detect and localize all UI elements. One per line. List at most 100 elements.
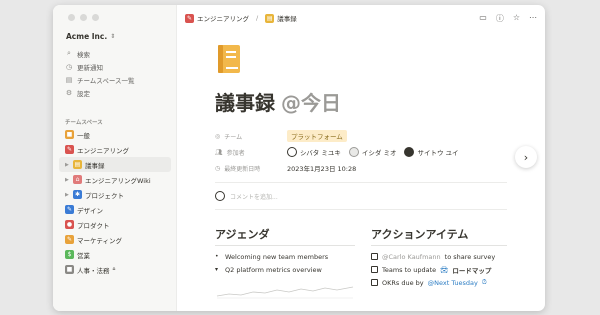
star-icon[interactable]: ☆ [513,13,520,24]
actions-heading[interactable]: アクションアイテム [371,226,507,246]
comment-input[interactable]: コメントを追加... [215,189,507,203]
sidebar-item-sales[interactable]: $ 営業 [59,247,171,262]
bullet-icon: • [215,253,219,260]
sidebar-item-label: マーケティング [77,236,122,245]
sidebar-item-label: 設定 [77,89,90,98]
avatar [215,191,225,201]
sidebar-item-label: 議事録 [85,161,105,170]
agenda-heading[interactable]: アジェンダ [215,226,355,246]
page-columns: アジェンダ • Welcoming new team members ▾ Q2 … [215,226,507,304]
clock-icon: ◷ [215,164,221,172]
chevron-right-icon: › [523,150,529,164]
team-tag[interactable]: プラットフォーム [287,130,347,142]
sidebar-item-updates[interactable]: ◷ 更新通知 [63,60,170,73]
lock-icon: 🔒︎ [112,266,116,272]
sidebar-item-engineering-wiki[interactable]: ▶ ⌂ エンジニアリングWiki [59,172,171,187]
toggle-item[interactable]: ▾ Q2 platform metrics overview [215,263,355,276]
page-link[interactable]: ロードマップ [452,265,491,275]
participant-name: イシダ ミオ [361,149,397,157]
breadcrumb-parent[interactable]: エンジニアリング [197,13,249,23]
todo-item[interactable]: @Carlo Kaufmann to share survey [371,250,507,263]
sidebar-item-label: 人事・法務 [77,266,110,275]
info-icon[interactable]: ⓘ [496,13,504,24]
participant-name: シバタ ミユキ [300,149,341,157]
checkbox[interactable] [371,253,378,260]
sidebar-item-label: チームスペース一覧 [77,76,135,85]
chevron-right-icon[interactable]: ▶ [65,192,70,198]
next-arrow-button[interactable]: › [515,146,537,168]
teamspaces-section-label: チームスペース [65,120,103,126]
design-icon: ✎ [65,205,74,214]
breadcrumb: ✎ エンジニアリング / ▤ 議事録 [185,13,297,23]
todo-text: to share survey [444,252,496,261]
breadcrumb-current[interactable]: 議事録 [277,13,297,23]
comment-icon[interactable]: ▭ [479,13,487,24]
toggle-triangle-icon[interactable]: ▾ [215,266,221,273]
sidebar-item-general[interactable]: ■ 一般 [59,127,171,142]
marketing-icon: ✎ [65,235,74,244]
divider [215,182,507,183]
grid-icon: ▤ [65,75,73,84]
todo-item[interactable]: Teams to update 🚘︎ ロードマップ [371,263,507,276]
target-icon: ◎ [215,132,221,140]
todo-item[interactable]: OKRs due by @Next Tuesday ⏰︎ [371,276,507,289]
sidebar-item-marketing[interactable]: ✎ マーケティング [59,232,171,247]
participant[interactable]: サイトウ ユイ [404,147,459,157]
notebook-icon[interactable] [215,43,243,75]
todo-text: Teams to update [382,265,437,274]
date-mention[interactable]: @今日 [281,87,341,116]
sidebar-item-settings[interactable]: ⚙ 設定 [63,86,170,99]
page-title[interactable]: 議事録 @今日 [215,87,507,116]
search-icon: ⌕ [67,49,71,57]
property-participants[interactable]: 👥︎ 参加者 シバタ ミユキ イシダ ミオ サイトウ ユイ [215,144,507,160]
people-icon: 👥︎ [215,148,223,156]
sidebar-item-label: 営業 [77,251,90,260]
sidebar-item-engineering[interactable]: ✎ エンジニアリング [59,142,171,157]
general-icon: ■ [65,130,74,139]
sidebar-item-hr-legal[interactable]: ■ 人事・法務 🔒︎ [59,262,171,277]
actions-column: アクションアイテム @Carlo Kaufmann to share surve… [371,226,507,304]
participant[interactable]: シバタ ミユキ [287,147,341,157]
sidebar-item-label: エンジニアリング [77,146,129,155]
notebook-icon: ▤ [73,160,82,169]
sidebar-item-projects[interactable]: ▶ ✱ プロジェクト [59,187,171,202]
metrics-graph-thumbnail [216,286,354,299]
comment-placeholder: コメントを追加... [230,193,278,201]
maximize-window-button[interactable] [92,14,99,21]
more-icon[interactable]: ⋯ [529,13,537,24]
property-team[interactable]: ◎ チーム プラットフォーム [215,128,507,144]
property-label: 👥︎ 参加者 [215,148,287,157]
avatar [287,147,297,157]
sidebar-item-product[interactable]: ● プロダクト [59,217,171,232]
list-item[interactable]: • Welcoming new team members [215,250,355,263]
user-mention[interactable]: @Carlo Kaufmann [382,253,441,261]
sidebar-item-teamspaces[interactable]: ▤ チームスペース一覧 [63,73,170,86]
chevron-right-icon[interactable]: ▶ [65,162,70,168]
property-updated[interactable]: ◷ 最終更新日時 2023年1月23日 10:28 [215,160,507,176]
pencil-icon: ✎ [185,13,194,23]
property-label: ◎ チーム [215,132,287,141]
sidebar-item-design[interactable]: ✎ デザイン [59,202,171,217]
checkbox[interactable] [371,279,378,286]
sidebar-item-label: エンジニアリングWiki [85,176,151,185]
wiki-icon: ⌂ [73,175,82,184]
close-window-button[interactable] [68,14,75,21]
sidebar-item-minutes[interactable]: ▶ ▤ 議事録 [59,157,171,172]
todo-text: OKRs due by [382,278,424,287]
date-mention[interactable]: @Next Tuesday [428,279,478,287]
sidebar-item-label: 更新通知 [77,63,103,72]
checkbox[interactable] [371,266,378,273]
participant[interactable]: イシダ ミオ [348,147,397,157]
chevron-right-icon[interactable]: ▶ [65,177,70,183]
teamspace-list: ■ 一般 ✎ エンジニアリング ▶ ▤ 議事録 ▶ ⌂ エンジニアリングWiki… [59,127,171,277]
workspace-switcher[interactable]: Acme Inc. ⇕ [66,32,115,41]
page-title-text: 議事録 [215,91,275,115]
property-label: ◷ 最終更新日時 [215,164,287,173]
sidebar: Acme Inc. ⇕ ⌕ 検索 ◷ 更新通知 ▤ チームスペース一覧 ⚙ 設定… [53,5,177,311]
chevron-updown-icon: ⇕ [110,33,116,40]
sidebar-item-search[interactable]: ⌕ 検索 [63,47,170,60]
hr-icon: ■ [65,265,74,274]
workspace-name: Acme Inc. [66,32,108,41]
sidebar-nav: ⌕ 検索 ◷ 更新通知 ▤ チームスペース一覧 ⚙ 設定 [63,47,170,99]
minimize-window-button[interactable] [80,14,87,21]
